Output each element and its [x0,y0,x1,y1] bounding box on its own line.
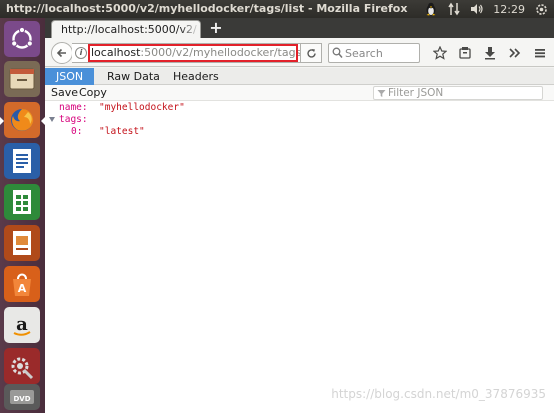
watermark: https://blog.csdn.net/m0_37876935 [331,387,546,401]
calc-icon[interactable] [4,184,40,220]
overflow-chevron-icon[interactable] [502,44,527,62]
json-key: tags: [59,114,88,125]
indicator-area: 12:29 [424,1,548,17]
system-settings-icon[interactable] [4,348,40,384]
software-center-icon[interactable]: A [4,266,40,302]
tab-raw-data[interactable]: Raw Data [96,68,171,85]
json-string-value: "myhellodocker" [99,102,185,113]
back-button[interactable] [51,42,73,64]
url-bar[interactable]: i localhost:5000/v2/myhellodocker/tags/l [72,43,321,63]
json-tree: name: "myhellodocker" tags: 0: "latest" [45,102,554,138]
download-icon[interactable] [477,44,502,62]
json-row-name[interactable]: name: "myhellodocker" [45,102,554,114]
writer-icon[interactable] [4,143,40,179]
library-icon[interactable] [452,44,477,62]
site-info-icon[interactable]: i [75,47,87,59]
json-viewer-tabs: JSON Raw Data Headers [45,68,554,85]
launcher: A a DVD [0,18,45,413]
search-bar[interactable] [328,43,420,63]
url-highlight-box [88,44,298,62]
json-row-tags[interactable]: tags: [45,114,554,126]
tux-icon[interactable] [424,2,438,16]
json-viewer: JSON Raw Data Headers Save Copy name: "m… [45,68,554,413]
reload-button[interactable] [300,43,322,63]
tab-localhost[interactable]: http://localhost:5000/v2/ [51,20,201,38]
impress-icon[interactable] [4,225,40,261]
copy-button[interactable]: Copy [79,86,107,99]
json-toolbar: Save Copy [45,85,554,101]
power-gear-icon[interactable] [534,2,548,16]
svg-text:DVD: DVD [13,395,30,403]
expand-toggle-icon[interactable] [49,117,55,122]
search-input[interactable] [345,45,417,61]
json-string-value: "latest" [99,126,145,137]
tab-strip: http://localhost:5000/v2/ + [45,18,554,38]
firefox-window: http://localhost:5000/v2/ + i localhost:… [45,18,554,413]
json-key: name: [59,102,88,113]
new-tab-button[interactable]: + [208,19,224,36]
volume-icon[interactable] [470,2,484,16]
filter-box[interactable] [373,86,543,100]
tab-title: http://localhost:5000/v2/ [61,23,197,36]
json-key: 0: [71,126,83,137]
firefox-icon[interactable] [4,102,40,138]
reload-icon [306,48,316,58]
top-panel: http://localhost:5000/v2/myhellodocker/t… [0,0,554,18]
bookmark-star-icon[interactable] [427,44,452,62]
menu-icon[interactable] [527,44,552,62]
filter-icon [377,90,386,97]
navigation-bar: i localhost:5000/v2/myhellodocker/tags/l [45,38,554,67]
clock[interactable]: 12:29 [493,3,525,16]
json-row-tag0[interactable]: 0: "latest" [45,126,554,138]
svg-text:a: a [16,314,28,335]
ubuntu-dash-icon[interactable] [4,21,40,57]
window-title: http://localhost:5000/v2/myhellodocker/t… [6,2,408,15]
tab-json[interactable]: JSON [45,68,95,85]
back-arrow-icon [56,48,66,58]
tab-headers[interactable]: Headers [162,68,230,85]
filter-input[interactable] [388,87,538,99]
save-button[interactable]: Save [51,86,78,99]
svg-text:A: A [18,282,27,295]
files-icon[interactable] [4,61,40,97]
amazon-icon[interactable]: a [4,307,40,343]
search-icon [332,47,343,58]
toolbar-icons [427,44,552,62]
dvd-icon[interactable]: DVD [4,384,40,410]
network-arrows-icon[interactable] [447,2,461,16]
